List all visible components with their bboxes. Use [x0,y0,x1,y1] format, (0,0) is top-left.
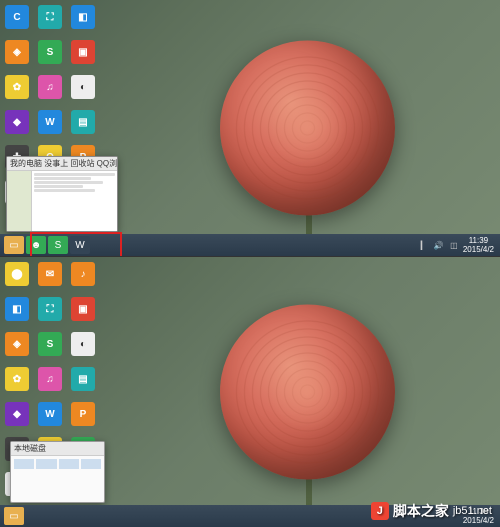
desktop-icon[interactable]: ▣ [71,40,95,64]
desktop-top: C⛶◧◈S▣✿♫◐◆W▤✚QP⬤ 我的电脑 没事上 回收站 QQ浏览器 ▭☻SW… [0,0,500,256]
desktop-icon[interactable]: W [38,110,62,134]
desktop-icon[interactable]: ◐ [71,75,95,99]
desktop-icon[interactable]: ✉ [38,262,62,286]
taskbar-app-w-icon[interactable]: W [70,236,90,254]
desktop-icon[interactable]: ◈ [5,332,29,356]
desktop-icon[interactable]: S [38,40,62,64]
desktop-icon[interactable]: ⛶ [38,5,62,29]
desktop-icon[interactable]: W [38,402,62,426]
desktop-bottom: ⬤✉♪◧⛶▣◈S◐✿♫▤◆WP✚Q◈⬤ 本地磁盘 ▭ 11:392015/4/2 [0,257,500,527]
taskbar-app-s-icon[interactable]: S [48,236,68,254]
desktop-icon[interactable]: ▣ [71,297,95,321]
desktop-icon[interactable]: ♪ [71,262,95,286]
desktop-icon[interactable]: S [38,332,62,356]
desktop-icon[interactable]: ◧ [5,297,29,321]
desktop-icon[interactable]: ▤ [71,110,95,134]
taskbar-folder-icon[interactable]: ▭ [4,236,24,254]
taskbar-folder-icon[interactable]: ▭ [4,507,24,525]
clock[interactable]: 11:392015/4/2 [463,236,496,254]
volume-icon[interactable]: 🔊 [433,239,445,251]
desktop-icon[interactable]: ♫ [38,367,62,391]
signal-icon[interactable]: ▎ [418,239,430,251]
desktop-icon[interactable]: C [5,5,29,29]
watermark-logo-icon: J [371,502,389,520]
watermark: J 脚本之家 jb51.net [371,501,492,521]
desktop-icon[interactable]: ◐ [71,332,95,356]
desktop-icon[interactable]: ◧ [71,5,95,29]
taskbar-top: ▭☻SW ▎ 🔊 ◫ 11:392015/4/2 [0,234,500,256]
desktop-icon[interactable]: P [71,402,95,426]
taskbar-app-green-icon[interactable]: ☻ [26,236,46,254]
desktop-icon[interactable]: ⛶ [38,297,62,321]
desktop-icon[interactable]: ⬤ [5,262,29,286]
desktop-icon[interactable]: ✿ [5,367,29,391]
wallpaper-flower [220,41,395,216]
taskbar-preview-window[interactable]: 本地磁盘 [10,441,105,503]
taskbar-preview-window[interactable]: 我的电脑 没事上 回收站 QQ浏览器 [6,156,118,232]
preview-title: 本地磁盘 [11,442,104,456]
preview-title: 我的电脑 没事上 回收站 QQ浏览器 [7,157,117,171]
network-icon[interactable]: ◫ [448,239,460,251]
desktop-icon[interactable]: ◈ [5,40,29,64]
system-tray: ▎ 🔊 ◫ 11:392015/4/2 [418,236,496,254]
desktop-icon[interactable]: ▤ [71,367,95,391]
desktop-icon[interactable]: ♫ [38,75,62,99]
desktop-icon[interactable]: ✿ [5,75,29,99]
wallpaper-flower [220,305,395,480]
preview-body [7,171,117,231]
desktop-icon[interactable]: ◆ [5,110,29,134]
desktop-icon[interactable]: ◆ [5,402,29,426]
